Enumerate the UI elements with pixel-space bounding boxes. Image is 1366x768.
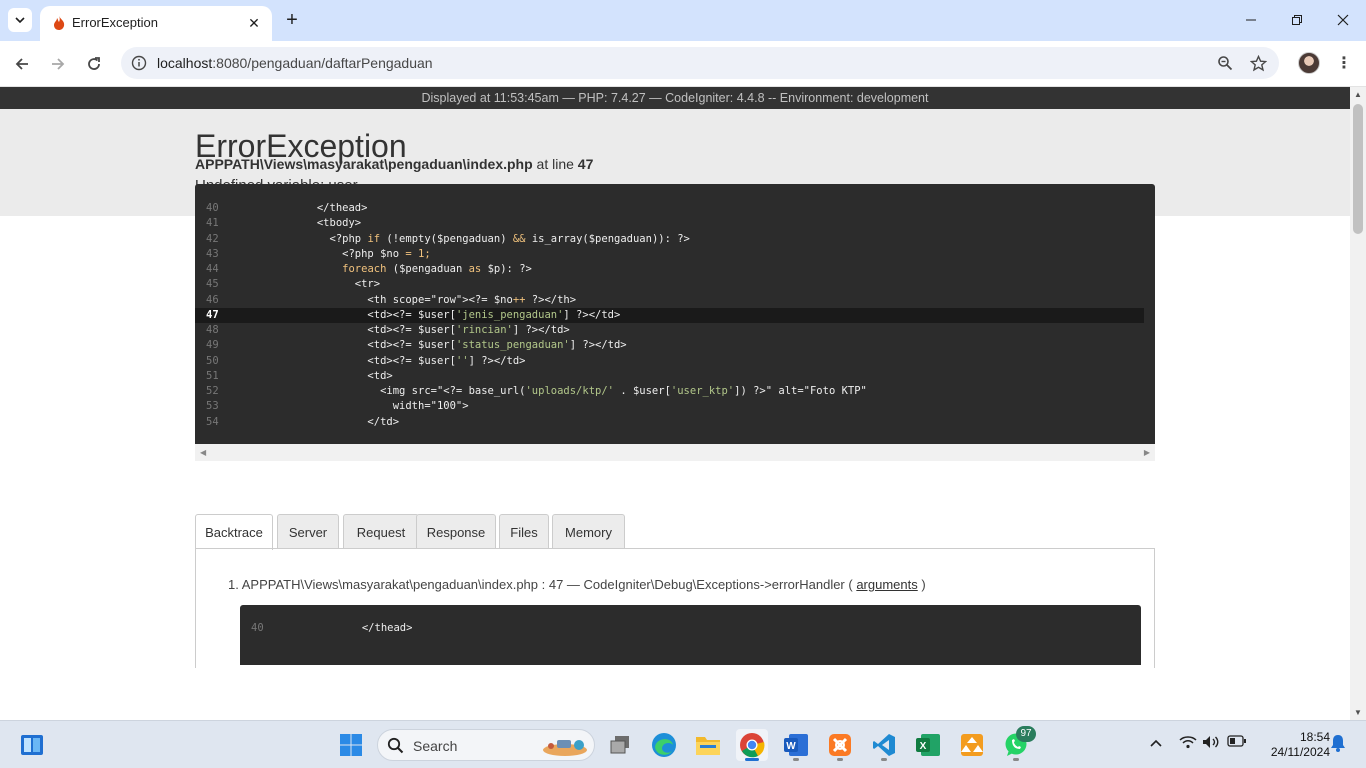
scroll-right-icon[interactable]: ▶: [1144, 448, 1150, 457]
restore-window-button[interactable]: [1274, 6, 1320, 34]
taskbar-search-box[interactable]: Search: [377, 729, 595, 761]
environment-bar: Displayed at 11:53:45am — PHP: 7.4.27 — …: [0, 87, 1350, 109]
code-line: 48 <td><?= $user['rincian'] ?></td>: [206, 324, 570, 336]
tab-request[interactable]: Request: [343, 514, 419, 549]
task-view-icon[interactable]: [604, 729, 636, 761]
close-window-button[interactable]: [1320, 6, 1366, 34]
code-line: 42 <?php if (!empty($pengaduan) && is_ar…: [206, 232, 690, 245]
chevron-down-icon: [15, 17, 25, 24]
arrow-right-icon: [52, 58, 65, 70]
scroll-down-icon[interactable]: ▼: [1354, 708, 1362, 717]
widgets-icon[interactable]: [16, 729, 48, 761]
chrome-browser-icon[interactable]: [736, 729, 768, 761]
browser-tab-strip: ErrorException ✕ +: [0, 0, 1366, 41]
scroll-left-icon[interactable]: ◀: [200, 448, 206, 457]
backtrace-panel: 1. APPPATH\Views\masyarakat\pengaduan\in…: [195, 548, 1155, 668]
code-line: 53 width="100">: [206, 400, 469, 413]
svg-text:X: X: [920, 741, 927, 752]
tab-search-button[interactable]: [8, 8, 32, 32]
code-line-highlighted: 47 <td><?= $user['jenis_pengaduan'] ?></…: [195, 307, 1144, 323]
xampp-icon[interactable]: [824, 729, 856, 761]
excel-icon[interactable]: X: [912, 729, 944, 761]
code-line: 50 <td><?= $user[''] ?></td>: [206, 354, 526, 367]
error-file-path: APPPATH\Views\masyarakat\pengaduan\index…: [195, 156, 533, 172]
codeigniter-flame-icon: [52, 15, 66, 36]
code-line: 43 <?php $no = 1;: [206, 247, 431, 260]
code-line: 46 <th scope="row"><?= $no++ ?></th>: [206, 293, 577, 306]
notification-bell-icon[interactable]: [1330, 734, 1346, 755]
url-text: localhost:8080/pengaduan/daftarPengaduan: [157, 55, 433, 71]
close-icon: [1337, 14, 1349, 26]
search-placeholder: Search: [413, 738, 458, 754]
clock-date: 24/11/2024: [1270, 745, 1330, 759]
page-vertical-scrollbar[interactable]: ▲ ▼: [1350, 87, 1366, 720]
word-running-indicator: [793, 758, 799, 761]
file-explorer-icon[interactable]: [692, 729, 724, 761]
error-line-number: 47: [577, 156, 594, 172]
chrome-active-indicator: [745, 758, 759, 761]
backtrace-item: 1. APPPATH\Views\masyarakat\pengaduan\in…: [228, 577, 926, 592]
code-line: 40 </thead>: [251, 622, 413, 634]
error-file-location: APPPATH\Views\masyarakat\pengaduan\index…: [195, 156, 593, 172]
app-tiles-icon[interactable]: [956, 729, 988, 761]
scrollbar-thumb[interactable]: [1353, 104, 1363, 234]
forward-button[interactable]: [44, 50, 72, 78]
system-clock[interactable]: 18:54 24/11/2024: [1258, 730, 1330, 760]
code-line: 52 <img src="<?= base_url('uploads/ktp/'…: [206, 385, 867, 397]
windows-taskbar: Search W X 18:54 24/11/2024: [0, 720, 1366, 768]
minimize-window-button[interactable]: [1228, 6, 1274, 34]
volume-icon[interactable]: [1202, 735, 1220, 752]
search-highlight-icon: [543, 740, 587, 756]
new-tab-button[interactable]: +: [281, 9, 303, 31]
minimize-icon: [1246, 19, 1256, 21]
vscode-running-indicator: [881, 758, 887, 761]
xampp-running-indicator: [837, 758, 843, 761]
bookmark-star-icon[interactable]: [1248, 53, 1268, 73]
tab-files[interactable]: Files: [499, 514, 549, 549]
reload-icon: [88, 57, 100, 70]
code-line: 51 <td>: [206, 369, 393, 382]
tab-title: ErrorException: [72, 15, 158, 30]
scroll-up-icon[interactable]: ▲: [1354, 90, 1362, 99]
start-menu-icon[interactable]: [335, 729, 367, 761]
search-icon: [387, 737, 404, 754]
code-line: 49 <td><?= $user['status_pengaduan'] ?><…: [206, 339, 627, 352]
address-bar[interactable]: localhost:8080/pengaduan/daftarPengaduan: [121, 47, 1279, 79]
battery-icon[interactable]: [1227, 735, 1247, 750]
arguments-link[interactable]: arguments: [856, 577, 917, 592]
browser-tab-active[interactable]: ErrorException ✕: [40, 6, 272, 41]
backtrace-source-block: 40 </thead>: [240, 605, 1141, 665]
show-hidden-icons[interactable]: [1149, 736, 1163, 751]
code-line: 54 </td>: [206, 415, 400, 428]
clock-time: 18:54: [1299, 730, 1330, 744]
word-icon[interactable]: W: [780, 729, 812, 761]
tab-response[interactable]: Response: [416, 514, 496, 549]
code-line: 45 <tr>: [206, 278, 381, 291]
edge-browser-icon[interactable]: [648, 729, 680, 761]
whatsapp-running-indicator: [1013, 758, 1019, 761]
wifi-icon[interactable]: [1179, 735, 1197, 752]
close-tab-icon[interactable]: ✕: [244, 13, 264, 33]
profile-avatar[interactable]: [1298, 52, 1320, 74]
browser-menu-icon[interactable]: ⋮: [1334, 52, 1354, 74]
at-line-label: at line: [536, 156, 574, 172]
tab-backtrace[interactable]: Backtrace: [195, 514, 273, 550]
code-line: 41 <tbody>: [206, 217, 362, 230]
site-info-icon[interactable]: [129, 53, 149, 73]
arrow-left-icon: [15, 58, 28, 70]
reload-button[interactable]: [80, 50, 108, 78]
tab-server[interactable]: Server: [277, 514, 339, 549]
source-horizontal-scrollbar[interactable]: ◀ ▶: [195, 444, 1155, 461]
code-line: 40 </thead>: [206, 202, 368, 214]
vscode-icon[interactable]: [868, 729, 900, 761]
back-button[interactable]: [8, 50, 36, 78]
tab-memory[interactable]: Memory: [552, 514, 625, 549]
whatsapp-unread-badge: 97: [1016, 726, 1036, 742]
code-line: 44 foreach ($pengaduan as $p): ?>: [206, 263, 532, 275]
zoom-icon[interactable]: [1215, 53, 1235, 73]
browser-toolbar: localhost:8080/pengaduan/daftarPengaduan…: [0, 41, 1366, 87]
restore-icon: [1292, 15, 1302, 25]
svg-text:W: W: [786, 741, 796, 752]
source-code-block: 40 </thead> 41 <tbody> 42 <?php if (!empty…: [195, 184, 1155, 444]
